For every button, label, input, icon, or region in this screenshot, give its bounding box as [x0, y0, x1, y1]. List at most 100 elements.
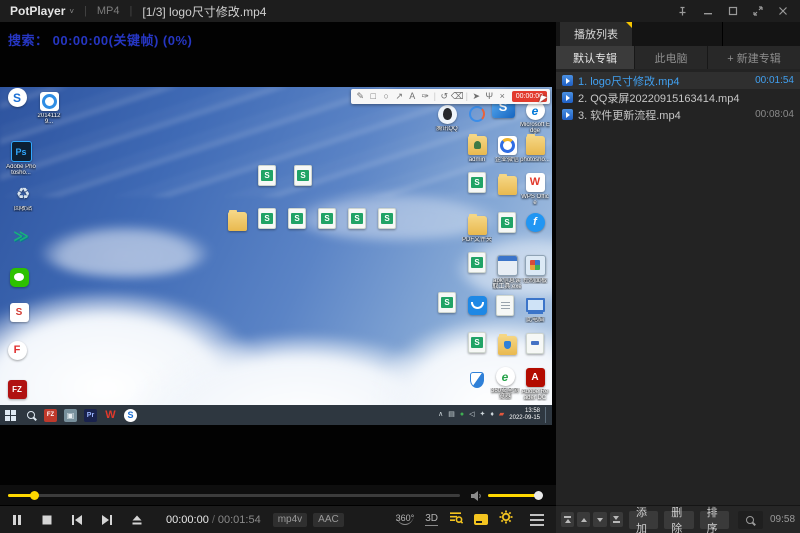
move-top-button[interactable] — [561, 512, 574, 527]
desktop-icon: admin — [462, 132, 492, 163]
rect-icon: □ — [367, 89, 380, 104]
potplayer-window: PotPlayer ˅ | MP4 | [1/3] logo尺寸修改.mp4 搜… — [0, 0, 800, 533]
taskbar-tray: ∧▤●◁✦♦▰ 13:58 2022-09-15 — [438, 405, 552, 425]
add-button[interactable]: 添加 — [629, 511, 658, 529]
delete-button[interactable]: 删除 — [664, 511, 693, 529]
desktop-icon — [490, 292, 520, 318]
media-file-icon — [562, 109, 573, 120]
desktop-icon: WWPS Office — [520, 172, 550, 206]
stop-button[interactable] — [32, 507, 62, 533]
previous-button[interactable] — [62, 507, 92, 533]
desktop-icon: AAdobe Reader DC — [520, 367, 550, 401]
search-icon — [746, 516, 754, 524]
taskbar-explorer-icon: ▣ — [64, 409, 77, 422]
player-area: 搜索： 00:00:00(关键帧) (0%) S20141129...PsAdo… — [0, 22, 556, 533]
tab-this-pc[interactable]: 此电脑 — [635, 46, 707, 69]
tab-default-album[interactable]: 默认专辑 — [556, 46, 634, 69]
desktop-taskbar: FZ▣PrWS ∧▤●◁✦♦▰ 13:58 2022-09-15 — [0, 405, 552, 425]
tray-tool-icon: ✦ — [479, 405, 485, 425]
desktop-icon: S — [4, 302, 34, 324]
volume-slider[interactable] — [488, 494, 540, 497]
minimize-button[interactable] — [703, 6, 713, 16]
menu-hamburger-button[interactable] — [530, 514, 544, 516]
video-frame[interactable]: S20141129...PsAdobe Photosho...♻回收站≫SFFZ… — [0, 87, 552, 425]
chevron-down-icon[interactable]: ˅ — [69, 7, 74, 16]
volume-knob[interactable] — [534, 491, 543, 500]
desktop-icon: S — [252, 165, 282, 188]
close-icon: × — [496, 89, 509, 104]
desktop-icon: S — [2, 88, 32, 109]
subtitle-panel-button[interactable] — [474, 514, 488, 525]
media-file-icon — [562, 92, 573, 103]
seek-slider[interactable] — [8, 494, 460, 497]
recorder-tools: ✎□○↗A✑|↺⌫|➤Ψ× — [354, 89, 509, 104]
desktop-icon: 企业微信 — [492, 132, 522, 163]
app-menu-button[interactable]: PotPlayer — [10, 4, 65, 18]
ellipse-icon: ○ — [380, 89, 393, 104]
desktop-icon: photosho... — [520, 132, 550, 163]
maximize-button[interactable] — [728, 6, 738, 16]
tab-new-album[interactable]: + 新建专辑 — [708, 46, 800, 69]
playlist-items: 1. logo尺寸修改.mp4 00:01:54 2. QQ录屏20220915… — [556, 69, 800, 505]
desktop-icon — [492, 172, 522, 197]
mode-3d-button[interactable]: 3D — [425, 513, 438, 526]
tray-green-icon: ● — [460, 405, 464, 425]
vr-360-button[interactable]: 360° — [396, 514, 415, 525]
desktop-icon: S — [432, 292, 462, 315]
playlist-search-box[interactable] — [738, 511, 763, 529]
taskbar-start-button — [4, 409, 17, 422]
pen-icon: ✎ — [354, 89, 367, 104]
desktop-icon: S — [492, 212, 522, 235]
tab-playlist[interactable]: 播放列表 — [560, 22, 632, 46]
time-display: 00:00:00/00:01:54 — [166, 514, 261, 526]
tray-app-icon: ▰ — [499, 405, 504, 425]
desktop-icon: FZ — [2, 379, 32, 401]
fullscreen-button[interactable] — [753, 6, 763, 16]
show-desktop-button — [545, 407, 550, 423]
desktop-icon: S — [462, 172, 492, 195]
settings-gear-icon[interactable] — [499, 510, 513, 529]
move-down-button[interactable] — [593, 512, 606, 527]
clock-display: 09:58 — [770, 514, 795, 525]
recording-time-badge: 00:00:00 — [512, 91, 547, 102]
desktop-icon: S — [462, 332, 492, 355]
mouse-cursor-icon — [539, 95, 547, 104]
divider: | — [130, 5, 133, 17]
tray-volume-icon: ◁ — [469, 405, 474, 425]
mic-icon: Ψ — [483, 89, 496, 104]
taskbar-search-button — [24, 409, 37, 422]
desktop-icon: S — [312, 208, 342, 231]
playlist-footer: 添加 删除 排序 09:58 — [556, 505, 800, 533]
sort-button[interactable]: 排序 — [700, 511, 729, 529]
desktop-icon: F — [2, 340, 32, 362]
desktop-icon — [520, 332, 550, 356]
desktop-icon — [222, 208, 252, 233]
desktop-icon — [462, 292, 492, 317]
playlist-item[interactable]: 3. 软件更新流程.mp4 00:08:04 — [556, 106, 800, 123]
desktop-icon: PsAdobe Photosho... — [6, 141, 36, 176]
playlist-item[interactable]: 2. QQ录屏20220915163414.mp4 — [556, 89, 800, 106]
desktop-icon: S — [462, 252, 492, 275]
desktop-icon: PDF文件夹 — [462, 212, 492, 243]
eject-button[interactable] — [122, 507, 152, 533]
close-button[interactable] — [778, 6, 788, 16]
brush-icon: ✑ — [419, 89, 432, 104]
title-bar: PotPlayer ˅ | MP4 | [1/3] logo尺寸修改.mp4 — [0, 0, 800, 22]
playlist-search-icon[interactable] — [449, 511, 463, 529]
playlist-item[interactable]: 1. logo尺寸修改.mp4 00:01:54 — [556, 72, 800, 89]
desktop-icon: ♻回收站 — [8, 184, 38, 212]
taskbar-premiere-icon: Pr — [84, 409, 97, 422]
seek-knob[interactable] — [30, 491, 39, 500]
taskbar-browser-icon: S — [124, 409, 137, 422]
share-icon: ➤ — [470, 89, 483, 104]
pause-button[interactable] — [2, 507, 32, 533]
desktop-icon: 20141129... — [34, 88, 64, 125]
tray-icons: ∧▤●◁✦♦▰ — [438, 405, 504, 425]
move-up-button[interactable] — [577, 512, 590, 527]
tray-pin-icon: ♦ — [490, 405, 494, 425]
desktop-icon — [462, 367, 492, 392]
next-button[interactable] — [92, 507, 122, 533]
text-icon: A — [406, 89, 419, 104]
pin-icon[interactable] — [677, 6, 688, 17]
move-bottom-button[interactable] — [610, 512, 623, 527]
